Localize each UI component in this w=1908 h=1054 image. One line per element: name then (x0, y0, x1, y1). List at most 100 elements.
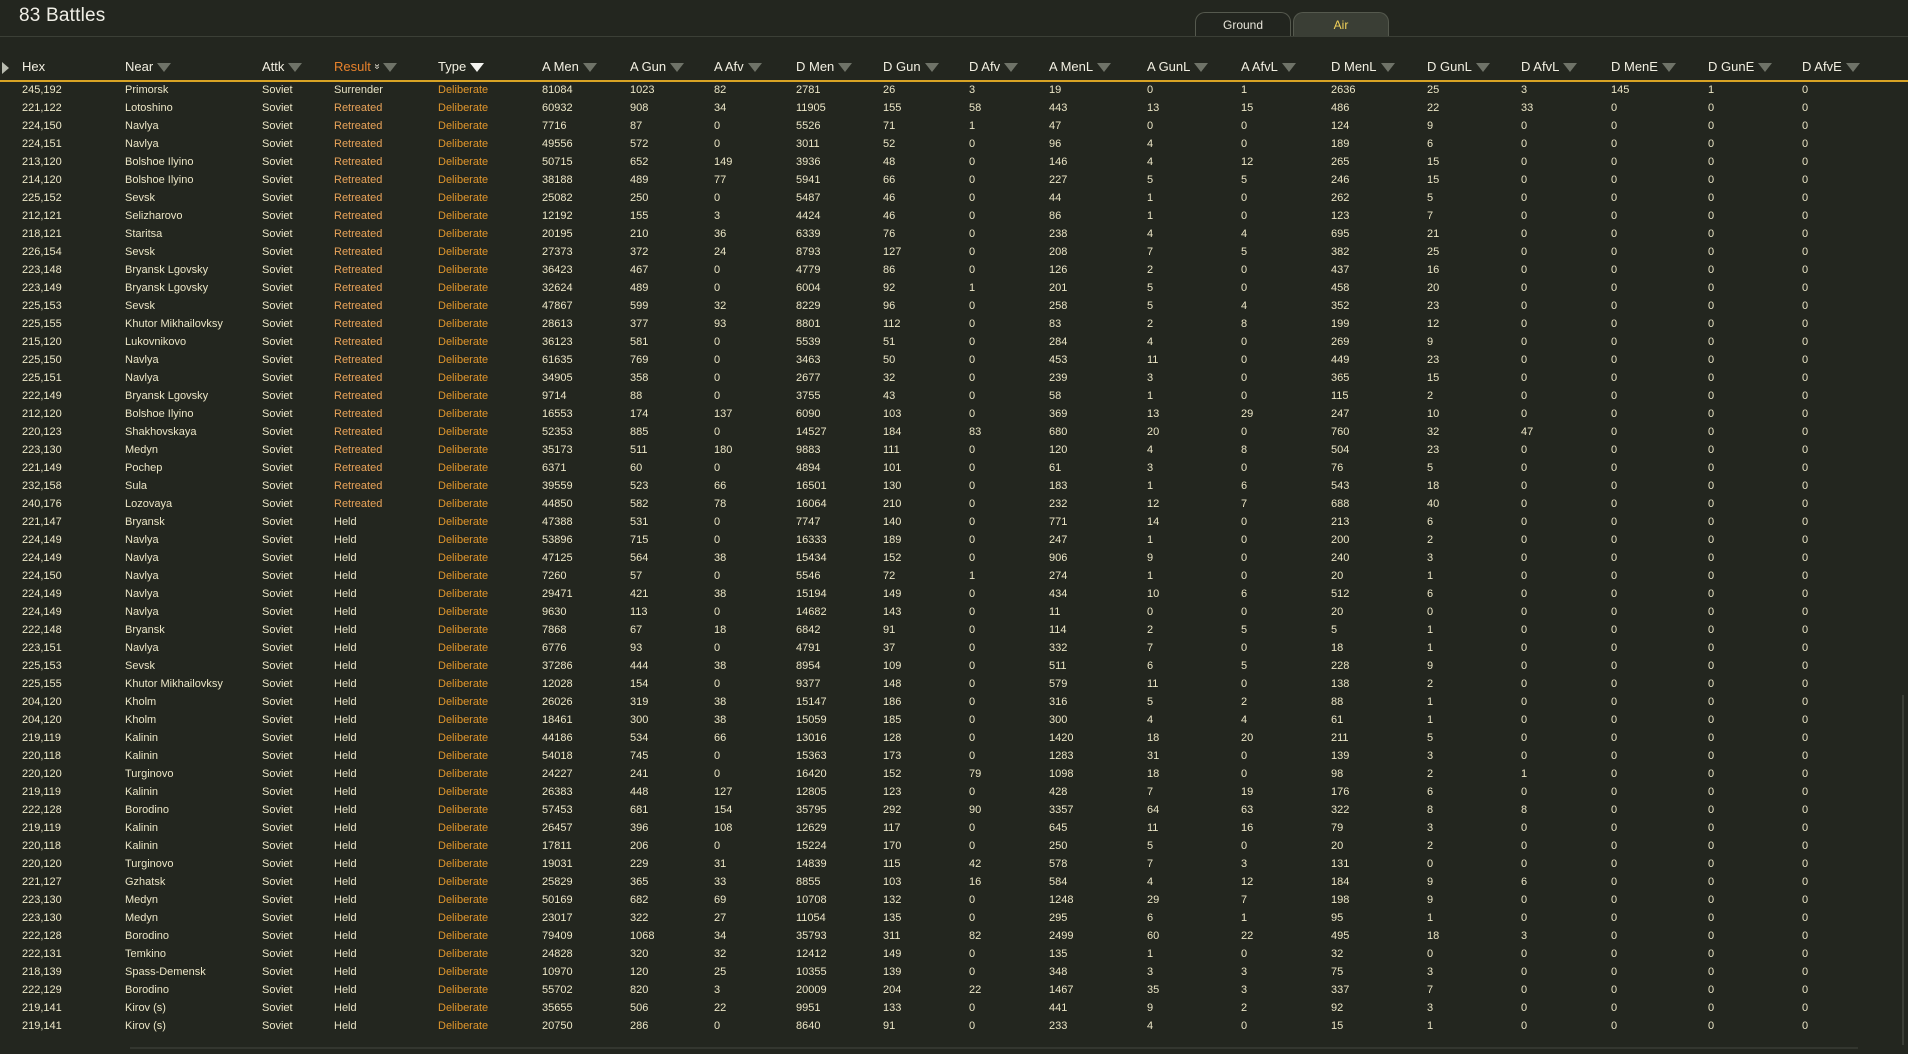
filter-funnel-icon[interactable] (1563, 63, 1578, 72)
column-header-a-afv[interactable]: A Afv (714, 59, 762, 74)
horizontal-scrollbar[interactable] (130, 1047, 1858, 1049)
column-header-near[interactable]: Near (125, 59, 172, 74)
filter-funnel-icon[interactable] (1004, 63, 1019, 72)
table-row[interactable]: 240,176 Lozovaya Soviet Retreated Deliberate… (0, 496, 1908, 514)
table-row[interactable]: 224,149 Navlya Soviet Held Deliberate 47125 56… (0, 550, 1908, 568)
table-row[interactable]: 224,150 Navlya Soviet Retreated Deliberate 77… (0, 118, 1908, 136)
table-row[interactable]: 224,149 Navlya Soviet Held Deliberate 9630 113… (0, 604, 1908, 622)
filter-funnel-icon[interactable] (1475, 63, 1490, 72)
table-row[interactable]: 225,151 Navlya Soviet Retreated Deliberate 34… (0, 370, 1908, 388)
table-row[interactable]: 223,148 Bryansk Lgovsky Soviet Retreated Del… (0, 262, 1908, 280)
table-row[interactable]: 219,119 Kalinin Soviet Held Deliberate 44186 5… (0, 730, 1908, 748)
column-header-d-menl[interactable]: D MenL (1331, 59, 1395, 74)
table-row[interactable]: 222,148 Bryansk Soviet Held Deliberate 7868 67… (0, 622, 1908, 640)
column-header-d-afvl[interactable]: D AfvL (1521, 59, 1578, 74)
column-header-a-gun[interactable]: A Gun (630, 59, 685, 74)
sort-descending-icon[interactable]: » (371, 64, 382, 70)
filter-funnel-icon[interactable] (1758, 63, 1773, 72)
table-row[interactable]: 225,153 Sevsk Soviet Retreated Deliberate 478… (0, 298, 1908, 316)
expand-arrow-icon[interactable] (2, 62, 9, 74)
table-row[interactable]: 218,139 Spass-Demensk Soviet Held Deliberate… (0, 964, 1908, 982)
table-row[interactable]: 222,131 Temkino Soviet Held Deliberate 24828 3… (0, 946, 1908, 964)
table-row[interactable]: 225,152 Sevsk Soviet Retreated Deliberate 250… (0, 190, 1908, 208)
table-row[interactable]: 223,149 Bryansk Lgovsky Soviet Retreated Del… (0, 280, 1908, 298)
table-row[interactable]: 218,121 Staritsa Soviet Retreated Deliberate… (0, 226, 1908, 244)
column-header-a-menl[interactable]: A MenL (1049, 59, 1112, 74)
table-row[interactable]: 223,130 Medyn Soviet Held Deliberate 50169 682… (0, 892, 1908, 910)
table-row[interactable]: 222,129 Borodino Soviet Held Deliberate 55702… (0, 982, 1908, 1000)
filter-funnel-icon[interactable] (288, 63, 303, 72)
column-header-d-afve[interactable]: D AfvE (1802, 59, 1860, 74)
table-row[interactable]: 219,141 Kirov (s) Soviet Held Deliberate 3565… (0, 1000, 1908, 1018)
filter-funnel-icon[interactable] (470, 63, 485, 72)
table-row[interactable]: 212,121 Selizharovo Soviet Retreated Deliber… (0, 208, 1908, 226)
column-header-a-gunl[interactable]: A GunL (1147, 59, 1209, 74)
table-row[interactable]: 221,122 Lotoshino Soviet Retreated Deliberat… (0, 100, 1908, 118)
column-header-d-gunl[interactable]: D GunL (1427, 59, 1490, 74)
table-row[interactable]: 219,119 Kalinin Soviet Held Deliberate 26457 3… (0, 820, 1908, 838)
filter-funnel-icon[interactable] (1194, 63, 1209, 72)
table-row[interactable]: 221,147 Bryansk Soviet Held Deliberate 47388 5… (0, 514, 1908, 532)
table-row[interactable]: 223,130 Medyn Soviet Retreated Deliberate 351… (0, 442, 1908, 460)
filter-funnel-icon[interactable] (1845, 63, 1860, 72)
column-header-d-gune[interactable]: D GunE (1708, 59, 1773, 74)
filter-funnel-icon[interactable] (1661, 63, 1676, 72)
table-row[interactable]: 232,158 Sula Soviet Retreated Deliberate 3955… (0, 478, 1908, 496)
table-row[interactable]: 220,120 Turginovo Soviet Held Deliberate 2422… (0, 766, 1908, 784)
filter-funnel-icon[interactable] (1281, 63, 1296, 72)
table-row[interactable]: 225,155 Khutor Mikhailovksy Soviet Retreate… (0, 316, 1908, 334)
table-row[interactable]: 226,154 Sevsk Soviet Retreated Deliberate 273… (0, 244, 1908, 262)
column-header-a-afvl[interactable]: A AfvL (1241, 59, 1296, 74)
table-row[interactable]: 222,128 Borodino Soviet Held Deliberate 57453… (0, 802, 1908, 820)
filter-funnel-icon[interactable] (1097, 63, 1112, 72)
table-row[interactable]: 225,155 Khutor Mikhailovksy Soviet Held Deli… (0, 676, 1908, 694)
filter-funnel-icon[interactable] (157, 63, 172, 72)
column-header-d-gun[interactable]: D Gun (883, 59, 939, 74)
table-row[interactable]: 225,150 Navlya Soviet Retreated Deliberate 61… (0, 352, 1908, 370)
table-row[interactable]: 220,123 Shakhovskaya Soviet Retreated Delibe… (0, 424, 1908, 442)
filter-funnel-icon[interactable] (383, 63, 398, 72)
column-header-hex[interactable]: Hex (22, 59, 45, 74)
filter-funnel-icon[interactable] (582, 63, 597, 72)
table-row[interactable]: 222,149 Bryansk Lgovsky Soviet Retreated Del… (0, 388, 1908, 406)
table-row[interactable]: 220,120 Turginovo Soviet Held Deliberate 1903… (0, 856, 1908, 874)
table-row[interactable]: 212,120 Bolshoe Ilyino Soviet Retreated Deli… (0, 406, 1908, 424)
table-row[interactable]: 221,127 Gzhatsk Soviet Held Deliberate 25829 3… (0, 874, 1908, 892)
filter-funnel-icon[interactable] (747, 63, 762, 72)
table-row[interactable]: 221,149 Pochep Soviet Retreated Deliberate 63… (0, 460, 1908, 478)
table-row[interactable]: 204,120 Kholm Soviet Held Deliberate 18461 300… (0, 712, 1908, 730)
table-row[interactable]: 224,149 Navlya Soviet Held Deliberate 53896 71… (0, 532, 1908, 550)
table-row[interactable]: 220,118 Kalinin Soviet Held Deliberate 17811 2… (0, 838, 1908, 856)
table-row[interactable]: 224,150 Navlya Soviet Held Deliberate 7260 57 0… (0, 568, 1908, 586)
filter-funnel-icon[interactable] (924, 63, 939, 72)
table-row[interactable]: 224,149 Navlya Soviet Held Deliberate 29471 42… (0, 586, 1908, 604)
table-row[interactable]: 223,151 Navlya Soviet Held Deliberate 6776 93 0… (0, 640, 1908, 658)
table-row[interactable]: 225,153 Sevsk Soviet Held Deliberate 37286 444… (0, 658, 1908, 676)
table-row[interactable]: 213,120 Bolshoe Ilyino Soviet Retreated Deli… (0, 154, 1908, 172)
table-row[interactable]: 220,118 Kalinin Soviet Held Deliberate 54018 7… (0, 748, 1908, 766)
column-header-d-mene[interactable]: D MenE (1611, 59, 1676, 74)
column-header-attk[interactable]: Attk (262, 59, 303, 74)
column-header-type[interactable]: Type (438, 59, 485, 74)
table-row[interactable]: 219,119 Kalinin Soviet Held Deliberate 26383 4… (0, 784, 1908, 802)
table-row[interactable]: 222,128 Borodino Soviet Held Deliberate 79409… (0, 928, 1908, 946)
tab-ground[interactable]: Ground (1195, 12, 1291, 36)
filter-funnel-icon[interactable] (838, 63, 853, 72)
filter-funnel-icon[interactable] (1380, 63, 1395, 72)
table-row[interactable]: 224,151 Navlya Soviet Retreated Deliberate 49… (0, 136, 1908, 154)
column-header-d-men[interactable]: D Men (796, 59, 853, 74)
table-row[interactable]: 219,141 Kirov (s) Soviet Held Deliberate 2075… (0, 1018, 1908, 1036)
cell-a-afv: 0 (714, 138, 721, 150)
table-row[interactable]: 214,120 Bolshoe Ilyino Soviet Retreated Deli… (0, 172, 1908, 190)
cell-type: Deliberate (438, 804, 489, 816)
vertical-scrollbar[interactable] (1902, 695, 1904, 1045)
column-header-a-men[interactable]: A Men (542, 59, 597, 74)
tab-air[interactable]: Air (1293, 12, 1389, 36)
table-row[interactable]: 215,120 Lukovnikovo Soviet Retreated Deliber… (0, 334, 1908, 352)
column-header-result[interactable]: Result» (334, 59, 398, 74)
column-header-d-afv[interactable]: D Afv (969, 59, 1019, 74)
table-row[interactable]: 204,120 Kholm Soviet Held Deliberate 26026 319… (0, 694, 1908, 712)
filter-funnel-icon[interactable] (670, 63, 685, 72)
table-row[interactable]: 245,192 Primorsk Soviet Surrender Deliberate… (0, 82, 1908, 100)
table-row[interactable]: 223,130 Medyn Soviet Held Deliberate 23017 322… (0, 910, 1908, 928)
